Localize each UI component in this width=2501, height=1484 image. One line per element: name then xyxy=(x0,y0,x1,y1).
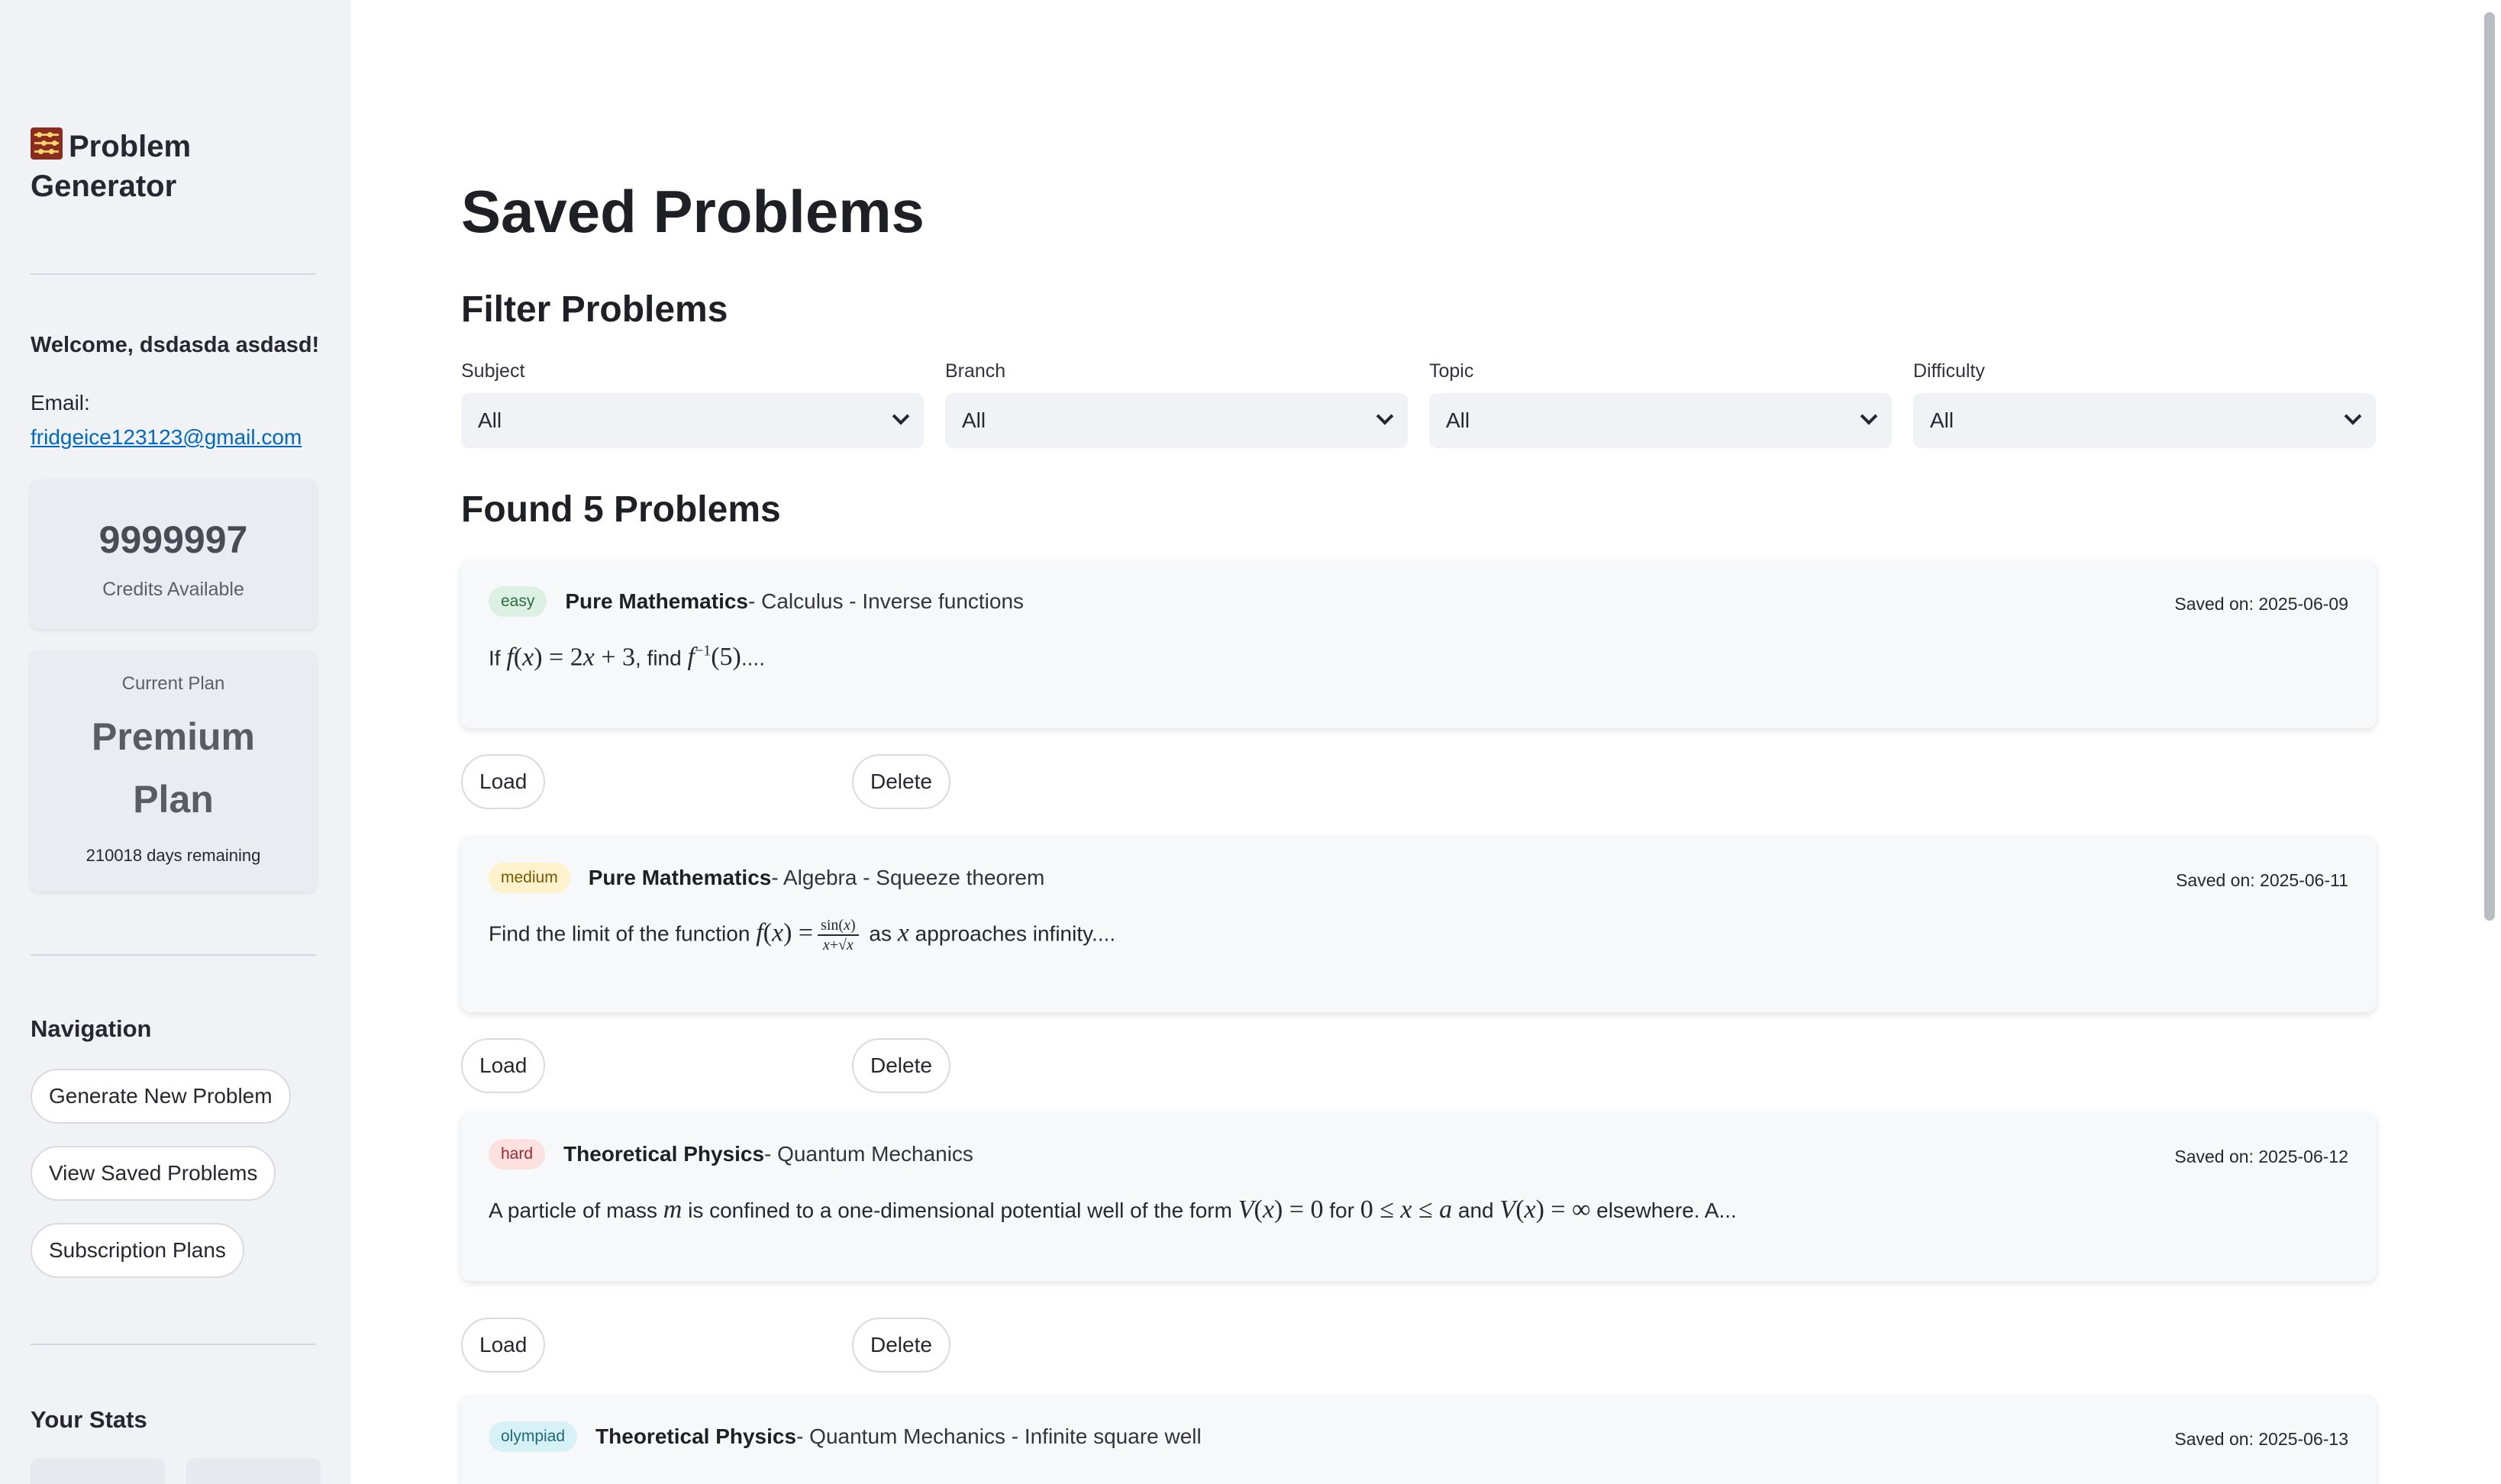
saved-date: Saved on: 2025-06-09 xyxy=(2174,594,2348,614)
load-button[interactable]: Load xyxy=(461,1038,546,1093)
problem-subject: Pure Mathematics xyxy=(588,866,772,889)
difficulty-select[interactable]: All xyxy=(1913,393,2376,448)
problem-text: Find the limit of the function f(x) = sin… xyxy=(489,917,1116,953)
email-link[interactable]: fridgeice123123@gmail.com xyxy=(31,425,302,450)
branch-filter-label: Branch xyxy=(945,360,1006,382)
difficulty-badge: olympiad xyxy=(489,1421,578,1452)
sidebar: Problem Generator Welcome, dsdasda asdas… xyxy=(0,0,351,1484)
subscription-plans-button[interactable]: Subscription Plans xyxy=(31,1223,244,1278)
problem-text: A particle of mass m is confined to a on… xyxy=(489,1195,1737,1224)
problem-card: olympiad Theoretical Physics - Quantum M… xyxy=(461,1395,2376,1484)
problem-subject: Pure Mathematics xyxy=(565,589,748,613)
credits-value: 9999997 xyxy=(98,518,248,561)
problem-subject: Theoretical Physics xyxy=(563,1142,765,1166)
difficulty-badge: hard xyxy=(489,1139,546,1169)
generate-new-problem-button[interactable]: Generate New Problem xyxy=(31,1069,291,1124)
branch-select[interactable]: All xyxy=(945,393,1408,448)
main-content: Saved Problems Filter Problems Subject A… xyxy=(351,0,2501,1484)
plan-name: Premium Plan xyxy=(92,715,255,821)
delete-button[interactable]: Delete xyxy=(852,1038,950,1093)
page-title: Saved Problems xyxy=(461,178,925,245)
difficulty-filter-label: Difficulty xyxy=(1913,360,1986,382)
problem-text: If f(x) = 2x + 3, find f−1(5).... xyxy=(489,643,765,672)
subject-filter: Subject All xyxy=(461,360,924,448)
brand-title: Problem Generator xyxy=(31,127,336,206)
view-saved-problems-button[interactable]: View Saved Problems xyxy=(31,1146,276,1201)
sidebar-divider xyxy=(31,273,316,275)
scrollbar-thumb[interactable] xyxy=(2484,12,2495,921)
problem-card: medium Pure Mathematics - Algebra - Sque… xyxy=(461,837,2376,1012)
credits-card: 9999997 Credits Available xyxy=(31,479,316,629)
problem-card: hard Theoretical Physics - Quantum Mecha… xyxy=(461,1113,2376,1281)
problem-header: medium Pure Mathematics - Algebra - Sque… xyxy=(489,863,1044,893)
plan-label: Current Plan xyxy=(121,673,225,694)
topic-filter: Topic All xyxy=(1429,360,1892,448)
subject-select[interactable]: All xyxy=(461,393,924,448)
plan-days-remaining: 210018 days remaining xyxy=(86,846,261,865)
stat-card xyxy=(186,1458,321,1484)
chevron-down-icon xyxy=(892,408,910,425)
difficulty-badge: medium xyxy=(489,863,570,893)
chevron-down-icon xyxy=(1860,408,1878,425)
saved-date: Saved on: 2025-06-12 xyxy=(2174,1147,2348,1166)
plan-card: Current Plan Premium Plan 210018 days re… xyxy=(31,650,316,892)
chevron-down-icon xyxy=(1376,408,1394,425)
problem-path: - Quantum Mechanics xyxy=(764,1142,973,1166)
filter-title: Filter Problems xyxy=(461,289,728,330)
problem-card: easy Pure Mathematics - Calculus - Inver… xyxy=(461,560,2376,728)
stat-card xyxy=(31,1458,165,1484)
problem-header: olympiad Theoretical Physics - Quantum M… xyxy=(489,1421,1202,1452)
problem-header: easy Pure Mathematics - Calculus - Inver… xyxy=(489,586,1024,617)
problem-path: - Calculus - Inverse functions xyxy=(748,589,1025,613)
topic-filter-label: Topic xyxy=(1429,360,1474,382)
welcome-text: Welcome, dsdasda asdasd! xyxy=(31,333,320,357)
subject-filter-label: Subject xyxy=(461,360,525,382)
abacus-icon xyxy=(31,127,63,160)
problem-header: hard Theoretical Physics - Quantum Mecha… xyxy=(489,1139,973,1169)
sidebar-divider xyxy=(31,954,316,956)
sidebar-divider xyxy=(31,1344,316,1345)
problem-subject: Theoretical Physics xyxy=(595,1424,797,1448)
difficulty-badge: easy xyxy=(489,586,547,617)
topic-select[interactable]: All xyxy=(1429,393,1892,448)
load-button[interactable]: Load xyxy=(461,1318,546,1373)
difficulty-filter: Difficulty All xyxy=(1913,360,2376,448)
saved-date: Saved on: 2025-06-11 xyxy=(2176,870,2348,890)
stats-title: Your Stats xyxy=(31,1406,147,1433)
problem-path: - Algebra - Squeeze theorem xyxy=(771,866,1045,889)
found-count-title: Found 5 Problems xyxy=(461,489,781,530)
chevron-down-icon xyxy=(2344,408,2362,425)
problem-path: - Quantum Mechanics - Infinite square we… xyxy=(796,1424,1202,1448)
delete-button[interactable]: Delete xyxy=(852,754,950,809)
email-label: Email: xyxy=(31,391,90,415)
credits-label: Credits Available xyxy=(102,579,244,600)
branch-filter: Branch All xyxy=(945,360,1408,448)
saved-date: Saved on: 2025-06-13 xyxy=(2174,1429,2348,1449)
load-button[interactable]: Load xyxy=(461,754,546,809)
delete-button[interactable]: Delete xyxy=(852,1318,950,1373)
navigation-title: Navigation xyxy=(31,1015,152,1042)
